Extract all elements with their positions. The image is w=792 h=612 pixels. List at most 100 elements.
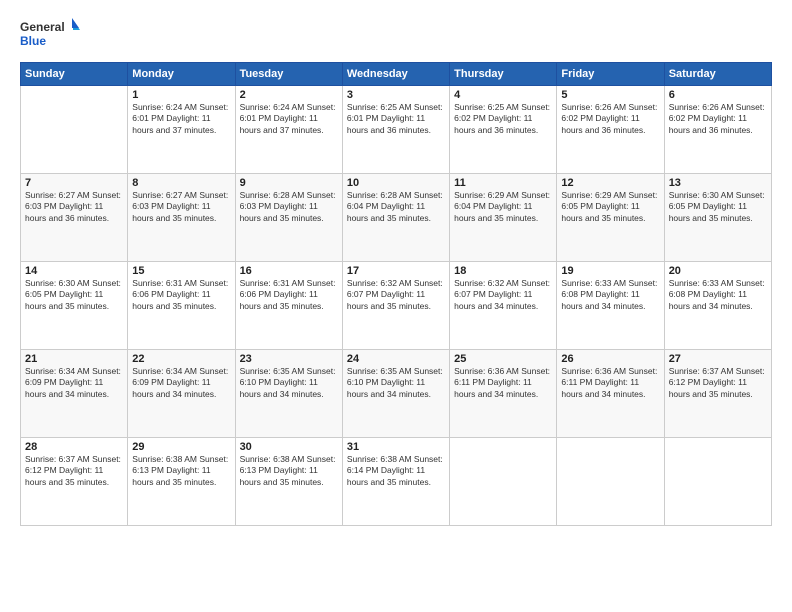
calendar-cell: 20Sunrise: 6:33 AM Sunset: 6:08 PM Dayli… (664, 262, 771, 350)
logo-svg: General Blue (20, 16, 80, 52)
calendar-cell: 31Sunrise: 6:38 AM Sunset: 6:14 PM Dayli… (342, 438, 449, 526)
day-number: 19 (561, 265, 659, 277)
calendar-cell: 16Sunrise: 6:31 AM Sunset: 6:06 PM Dayli… (235, 262, 342, 350)
calendar-cell: 18Sunrise: 6:32 AM Sunset: 6:07 PM Dayli… (450, 262, 557, 350)
calendar-week-row: 21Sunrise: 6:34 AM Sunset: 6:09 PM Dayli… (21, 350, 772, 438)
calendar-cell (557, 438, 664, 526)
day-number: 26 (561, 353, 659, 365)
day-number: 20 (669, 265, 767, 277)
day-info: Sunrise: 6:34 AM Sunset: 6:09 PM Dayligh… (132, 366, 230, 400)
calendar-table: SundayMondayTuesdayWednesdayThursdayFrid… (20, 62, 772, 526)
calendar-header-monday: Monday (128, 63, 235, 86)
day-info: Sunrise: 6:25 AM Sunset: 6:02 PM Dayligh… (454, 102, 552, 136)
calendar-cell: 12Sunrise: 6:29 AM Sunset: 6:05 PM Dayli… (557, 174, 664, 262)
day-number: 10 (347, 177, 445, 189)
calendar-header-tuesday: Tuesday (235, 63, 342, 86)
calendar-header-sunday: Sunday (21, 63, 128, 86)
calendar-cell: 14Sunrise: 6:30 AM Sunset: 6:05 PM Dayli… (21, 262, 128, 350)
day-number: 27 (669, 353, 767, 365)
calendar-cell: 10Sunrise: 6:28 AM Sunset: 6:04 PM Dayli… (342, 174, 449, 262)
day-number: 30 (240, 441, 338, 453)
day-info: Sunrise: 6:32 AM Sunset: 6:07 PM Dayligh… (347, 278, 445, 312)
calendar-cell: 13Sunrise: 6:30 AM Sunset: 6:05 PM Dayli… (664, 174, 771, 262)
calendar-cell: 27Sunrise: 6:37 AM Sunset: 6:12 PM Dayli… (664, 350, 771, 438)
day-number: 8 (132, 177, 230, 189)
calendar-cell: 11Sunrise: 6:29 AM Sunset: 6:04 PM Dayli… (450, 174, 557, 262)
day-number: 2 (240, 89, 338, 101)
day-number: 22 (132, 353, 230, 365)
day-number: 12 (561, 177, 659, 189)
day-number: 28 (25, 441, 123, 453)
day-info: Sunrise: 6:24 AM Sunset: 6:01 PM Dayligh… (132, 102, 230, 136)
day-info: Sunrise: 6:30 AM Sunset: 6:05 PM Dayligh… (25, 278, 123, 312)
day-number: 23 (240, 353, 338, 365)
day-info: Sunrise: 6:38 AM Sunset: 6:13 PM Dayligh… (240, 454, 338, 488)
day-number: 5 (561, 89, 659, 101)
day-info: Sunrise: 6:27 AM Sunset: 6:03 PM Dayligh… (132, 190, 230, 224)
day-info: Sunrise: 6:36 AM Sunset: 6:11 PM Dayligh… (454, 366, 552, 400)
page: General Blue SundayMondayTuesdayWednesda… (0, 0, 792, 612)
calendar-header-thursday: Thursday (450, 63, 557, 86)
header: General Blue (20, 16, 772, 52)
calendar-cell: 21Sunrise: 6:34 AM Sunset: 6:09 PM Dayli… (21, 350, 128, 438)
day-number: 21 (25, 353, 123, 365)
day-number: 15 (132, 265, 230, 277)
day-info: Sunrise: 6:29 AM Sunset: 6:04 PM Dayligh… (454, 190, 552, 224)
day-number: 7 (25, 177, 123, 189)
day-info: Sunrise: 6:25 AM Sunset: 6:01 PM Dayligh… (347, 102, 445, 136)
day-number: 31 (347, 441, 445, 453)
svg-text:Blue: Blue (20, 34, 46, 48)
calendar-cell: 26Sunrise: 6:36 AM Sunset: 6:11 PM Dayli… (557, 350, 664, 438)
day-info: Sunrise: 6:38 AM Sunset: 6:14 PM Dayligh… (347, 454, 445, 488)
calendar-header-friday: Friday (557, 63, 664, 86)
day-number: 11 (454, 177, 552, 189)
calendar-cell: 22Sunrise: 6:34 AM Sunset: 6:09 PM Dayli… (128, 350, 235, 438)
day-number: 4 (454, 89, 552, 101)
calendar-cell: 30Sunrise: 6:38 AM Sunset: 6:13 PM Dayli… (235, 438, 342, 526)
calendar-cell: 15Sunrise: 6:31 AM Sunset: 6:06 PM Dayli… (128, 262, 235, 350)
day-info: Sunrise: 6:29 AM Sunset: 6:05 PM Dayligh… (561, 190, 659, 224)
calendar-cell: 23Sunrise: 6:35 AM Sunset: 6:10 PM Dayli… (235, 350, 342, 438)
calendar-cell: 25Sunrise: 6:36 AM Sunset: 6:11 PM Dayli… (450, 350, 557, 438)
day-number: 16 (240, 265, 338, 277)
calendar-week-row: 28Sunrise: 6:37 AM Sunset: 6:12 PM Dayli… (21, 438, 772, 526)
day-info: Sunrise: 6:33 AM Sunset: 6:08 PM Dayligh… (561, 278, 659, 312)
day-info: Sunrise: 6:28 AM Sunset: 6:03 PM Dayligh… (240, 190, 338, 224)
day-info: Sunrise: 6:37 AM Sunset: 6:12 PM Dayligh… (669, 366, 767, 400)
day-info: Sunrise: 6:36 AM Sunset: 6:11 PM Dayligh… (561, 366, 659, 400)
calendar-cell (21, 86, 128, 174)
calendar-week-row: 1Sunrise: 6:24 AM Sunset: 6:01 PM Daylig… (21, 86, 772, 174)
day-number: 14 (25, 265, 123, 277)
day-info: Sunrise: 6:27 AM Sunset: 6:03 PM Dayligh… (25, 190, 123, 224)
day-number: 18 (454, 265, 552, 277)
calendar-cell: 6Sunrise: 6:26 AM Sunset: 6:02 PM Daylig… (664, 86, 771, 174)
day-info: Sunrise: 6:37 AM Sunset: 6:12 PM Dayligh… (25, 454, 123, 488)
calendar-cell: 5Sunrise: 6:26 AM Sunset: 6:02 PM Daylig… (557, 86, 664, 174)
calendar-cell: 3Sunrise: 6:25 AM Sunset: 6:01 PM Daylig… (342, 86, 449, 174)
calendar-cell: 4Sunrise: 6:25 AM Sunset: 6:02 PM Daylig… (450, 86, 557, 174)
calendar-cell: 29Sunrise: 6:38 AM Sunset: 6:13 PM Dayli… (128, 438, 235, 526)
day-number: 25 (454, 353, 552, 365)
calendar-week-row: 7Sunrise: 6:27 AM Sunset: 6:03 PM Daylig… (21, 174, 772, 262)
day-info: Sunrise: 6:32 AM Sunset: 6:07 PM Dayligh… (454, 278, 552, 312)
day-info: Sunrise: 6:26 AM Sunset: 6:02 PM Dayligh… (561, 102, 659, 136)
calendar-header-row: SundayMondayTuesdayWednesdayThursdayFrid… (21, 63, 772, 86)
calendar-cell (664, 438, 771, 526)
logo: General Blue (20, 16, 80, 52)
day-number: 17 (347, 265, 445, 277)
day-number: 3 (347, 89, 445, 101)
calendar-cell: 9Sunrise: 6:28 AM Sunset: 6:03 PM Daylig… (235, 174, 342, 262)
day-info: Sunrise: 6:24 AM Sunset: 6:01 PM Dayligh… (240, 102, 338, 136)
day-info: Sunrise: 6:26 AM Sunset: 6:02 PM Dayligh… (669, 102, 767, 136)
calendar-cell: 28Sunrise: 6:37 AM Sunset: 6:12 PM Dayli… (21, 438, 128, 526)
day-info: Sunrise: 6:33 AM Sunset: 6:08 PM Dayligh… (669, 278, 767, 312)
day-info: Sunrise: 6:31 AM Sunset: 6:06 PM Dayligh… (132, 278, 230, 312)
calendar-cell: 2Sunrise: 6:24 AM Sunset: 6:01 PM Daylig… (235, 86, 342, 174)
calendar-cell: 1Sunrise: 6:24 AM Sunset: 6:01 PM Daylig… (128, 86, 235, 174)
calendar-cell: 24Sunrise: 6:35 AM Sunset: 6:10 PM Dayli… (342, 350, 449, 438)
calendar-cell: 17Sunrise: 6:32 AM Sunset: 6:07 PM Dayli… (342, 262, 449, 350)
calendar-cell: 8Sunrise: 6:27 AM Sunset: 6:03 PM Daylig… (128, 174, 235, 262)
day-info: Sunrise: 6:35 AM Sunset: 6:10 PM Dayligh… (240, 366, 338, 400)
svg-text:General: General (20, 20, 65, 34)
day-info: Sunrise: 6:34 AM Sunset: 6:09 PM Dayligh… (25, 366, 123, 400)
